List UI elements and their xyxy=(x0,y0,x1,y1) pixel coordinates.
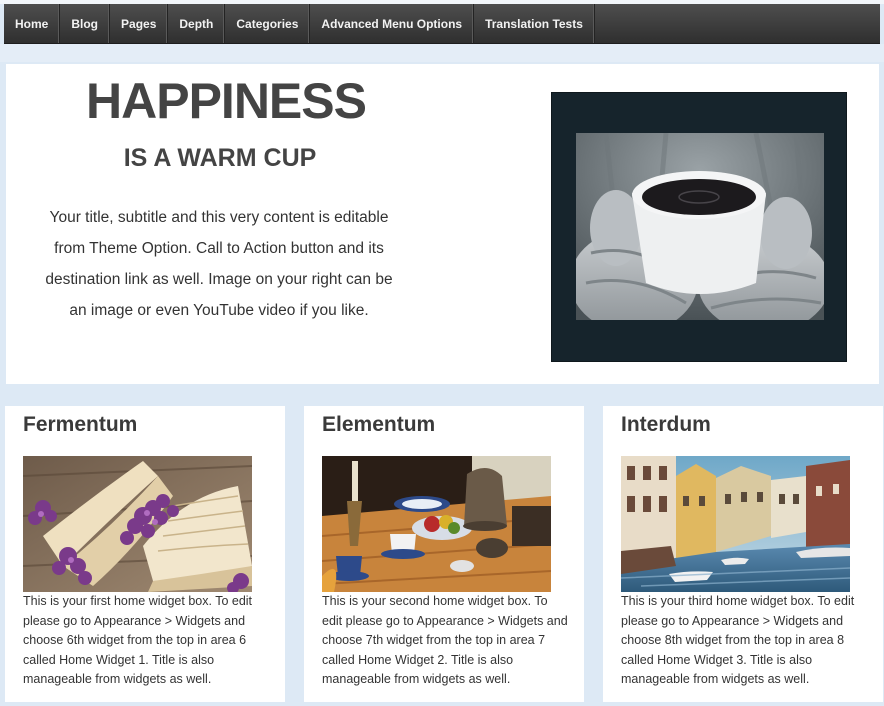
hero-title: HAPPINESS xyxy=(86,73,367,129)
widget-text: This is your first home widget box. To e… xyxy=(23,594,253,686)
widget-title: Elementum xyxy=(322,413,436,436)
nav-spacer xyxy=(0,44,884,62)
book-lilac-photo xyxy=(23,456,252,592)
home-widget-3: Interdum This is your third home widget … xyxy=(603,406,883,702)
nav-item-categories[interactable]: Categories xyxy=(225,4,311,43)
widget-title: Fermentum xyxy=(23,413,138,436)
nav-item-home[interactable]: Home xyxy=(4,4,61,43)
nav-item-advanced-menu-options[interactable]: Advanced Menu Options xyxy=(310,4,475,43)
main-navigation: Home Blog Pages Depth Categories Advance… xyxy=(4,4,880,44)
hero-subtitle: IS A WARM CUP xyxy=(123,144,317,172)
hero-content: Your title, subtitle and this very conte… xyxy=(45,209,393,319)
widget-text: This is your third home widget box. To e… xyxy=(621,594,855,686)
widget-text: This is your second home widget box. To … xyxy=(322,594,568,686)
nav-item-translation-tests[interactable]: Translation Tests xyxy=(474,4,595,43)
nav-item-blog[interactable]: Blog xyxy=(60,4,111,43)
widget-title: Interdum xyxy=(621,413,711,436)
coffee-cup-photo xyxy=(576,133,824,320)
hero-image-frame xyxy=(551,92,847,362)
breakfast-table-photo xyxy=(322,456,551,592)
hero-section: HAPPINESS IS A WARM CUP Your title, subt… xyxy=(6,64,879,384)
nav-item-depth[interactable]: Depth xyxy=(168,4,226,43)
canal-town-photo xyxy=(621,456,850,592)
home-widget-1: Fermentum This is your first home widget… xyxy=(5,406,285,702)
home-widget-2: Elementum This is your second home widge… xyxy=(304,406,584,702)
nav-item-pages[interactable]: Pages xyxy=(110,4,169,43)
